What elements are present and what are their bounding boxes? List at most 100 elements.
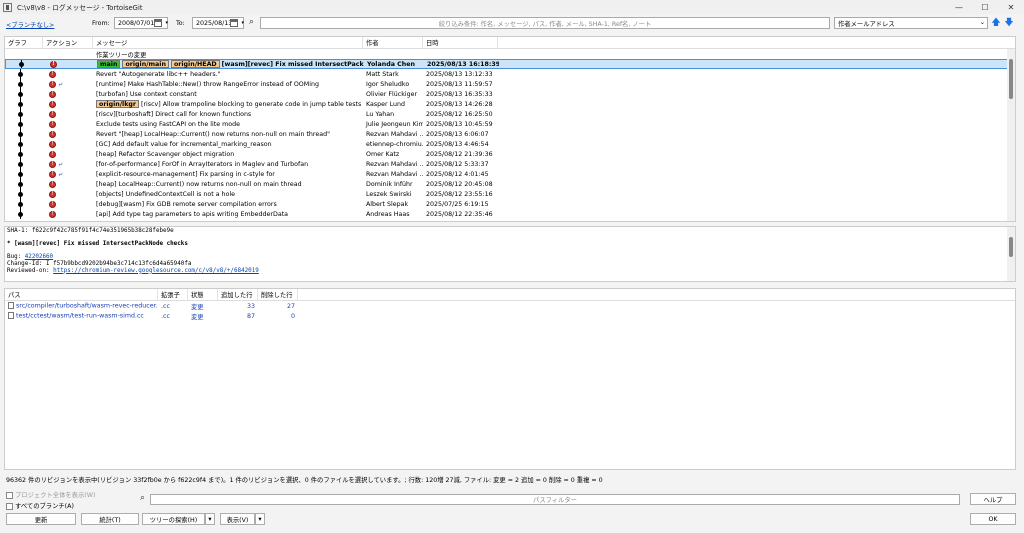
arrow-down-icon: 🡇 [1004,18,1014,28]
message-scrollbar[interactable] [1007,227,1015,281]
col-added[interactable]: 追加した行 [218,289,258,300]
file-row[interactable]: src/compiler/turboshaft/wasm-revec-reduc… [5,301,1015,311]
path-filter-input[interactable]: パスフィルター [150,494,960,505]
commit-row[interactable]: ! origin/lkgr [riscv] Allow trampoline blo… [5,99,1015,109]
scrollbar-thumb[interactable] [1009,237,1013,257]
from-date-picker[interactable]: 2008/07/01 ▾ [114,17,168,29]
commit-row[interactable]: ! [riscv][turboshaft] Direct call for kno… [5,109,1015,119]
col-message[interactable]: メッセージ [93,37,363,48]
date-cell: 2025/08/12 5:33:37 [426,160,489,168]
all-branches-checkbox[interactable]: すべてのブランチ(A) [6,501,74,510]
file-icon [8,312,14,320]
commit-row[interactable]: ! Revert "Autogenerate libc++ headers." Ma… [5,69,1015,79]
file-path: test/cctest/wasm/test-run-wasm-simd.cc [16,312,144,320]
col-status[interactable]: 状態 [188,289,218,300]
date-cell: 2025/08/13 14:26:28 [426,100,493,108]
chevron-down-icon: ▾ [241,20,244,26]
commit-message: [api] Add type tag parameters to apis wr… [96,210,289,218]
date-cell: 2025/08/13 16:18:39 [427,60,499,68]
ok-button[interactable]: OK [970,513,1016,525]
commit-message: [heap] Refactor Scavenger object migrati… [96,150,235,158]
checkbox-box [6,502,13,510]
bug-link[interactable]: 42202660 [25,254,53,260]
col-date[interactable]: 日時 [423,37,498,48]
commit-action-icon: ! [49,170,56,178]
view-dropdown[interactable]: ▾ [255,513,265,525]
message-cell: [heap] Refactor Scavenger object migrati… [93,151,363,158]
author-field-select[interactable]: 作者メールアドレス ⌄ [834,17,988,29]
next-match-button[interactable]: 🡇 [1004,17,1014,29]
calendar-icon [154,19,162,27]
scrollbar-thumb[interactable] [1009,59,1013,99]
date-cell: 2025/07/25 6:19:15 [426,200,489,208]
date-cell: 2025/08/12 4:01:45 [426,170,489,178]
files-header: パス 拡張子 状態 追加した行 削除した行 [5,289,1015,301]
commit-row[interactable]: ! [heap] Refactor Scavenger object migrat… [5,149,1015,159]
file-row[interactable]: test/cctest/wasm/test-run-wasm-simd.cc .c… [5,311,1015,321]
commit-row[interactable]: ! ⤶ [runtime] Make HashTable::New() throw … [5,79,1015,89]
commit-row[interactable]: ! Exclude tests using FastCAPI on the lit… [5,119,1015,129]
file-deleted: 0 [290,312,295,320]
file-status: 変更 [191,313,204,321]
author-cell: Rezvan Mahdavi ... [366,130,423,138]
commit-list-scrollbar[interactable] [1007,49,1015,221]
graph-cell [5,169,43,179]
col-graph[interactable]: グラフ [5,37,43,48]
prev-match-button[interactable]: 🡅 [991,17,1001,29]
commit-row[interactable]: ! ⤶ [explicit-resource-management] Fix par… [5,169,1015,179]
to-date-picker[interactable]: 2025/08/13 ▾ [192,17,244,29]
maximize-button[interactable]: ☐ [972,0,998,14]
author-cell: Igor Sheludko [366,80,410,88]
chevron-down-icon: ▾ [208,515,212,523]
commit-message-panel[interactable]: SHA-1: f622c9f42c785f91f4c74e351965b38c2… [4,226,1016,282]
file-added: 33 [246,302,255,310]
commit-row[interactable]: ! [objects] UndefinedContextCell is not a… [5,189,1015,199]
graph-cell [6,60,44,68]
working-tree-label: 作業ツリーの変更 [96,51,147,59]
filter-search-input[interactable]: 絞り込み条件: 作名, メッセージ, パス, 作者, メール, SHA-1, R… [260,17,830,29]
commit-list[interactable]: グラフ アクション メッセージ 作者 日時 作業ツリーの変更 ! main orig… [4,36,1016,222]
actions-cell: ! [43,140,93,148]
commit-row[interactable]: ! [turbofan] Use context constant Olivier … [5,89,1015,99]
walk-tree-button[interactable]: ツリーの探索(H) [142,513,205,525]
view-button[interactable]: 表示(V) [220,513,255,525]
calendar-icon [230,19,238,27]
commit-action-icon: ! [49,210,56,218]
date-cell: 2025/08/12 22:35:46 [426,210,493,218]
commit-row[interactable]: ! main origin/main origin/HEAD [wasm][revec]… [5,59,1015,69]
close-button[interactable]: ✕ [998,0,1024,14]
commit-row[interactable]: ! ⤶ [for-of-performance] ForOf in ArrayIte… [5,159,1015,169]
commit-row[interactable]: ! Revert "[heap] LocalHeap::Current() now… [5,129,1015,139]
col-ext[interactable]: 拡張子 [158,289,188,300]
author-select-value: 作者メールアドレス [838,20,895,28]
walk-tree-dropdown[interactable]: ▾ [205,513,215,525]
col-path[interactable]: パス [5,289,158,300]
whole-project-checkbox[interactable]: プロジェクト全体を表示(W) [6,490,95,499]
refresh-button[interactable]: 更新 [6,513,76,525]
statistics-button[interactable]: 統計(T) [81,513,139,525]
help-button[interactable]: ヘルプ [970,493,1016,505]
commit-row[interactable]: ! [GC] Add default value for incremental_… [5,139,1015,149]
whole-project-label: プロジェクト全体を表示(W) [15,492,96,499]
commit-row[interactable]: ! [debug][wasm] Fix GDB remote server com… [5,199,1015,209]
branch-link[interactable]: <ブランチなし> [6,20,54,29]
commit-message: [explicit-resource-management] Fix parsi… [96,170,275,178]
col-deleted[interactable]: 削除した行 [258,289,298,300]
col-author[interactable]: 作者 [363,37,423,48]
commit-action-icon: ! [50,60,57,68]
bug-line: Bug: 42202660 [7,254,1013,261]
commit-node [18,182,23,187]
commit-message: [heap] LocalHeap::Current() now returns … [96,180,302,188]
actions-cell: ! [43,200,93,208]
commit-row[interactable]: ! [api] Add type tag parameters to apis w… [5,209,1015,219]
working-tree-row[interactable]: 作業ツリーの変更 [5,49,1015,59]
minimize-button[interactable]: — [946,0,972,14]
ref-badge: main [97,60,121,68]
sha-line: SHA-1: f622c9f42c785f91f4c74e351965b38c2… [7,228,174,234]
col-action[interactable]: アクション [43,37,93,48]
changed-files-list[interactable]: パス 拡張子 状態 追加した行 削除した行 src/compiler/turbo… [4,288,1016,470]
reviewed-link[interactable]: https://chromium-review.googlesource.com… [53,268,259,274]
commit-row[interactable]: ! [heap] LocalHeap::Current() now returns… [5,179,1015,189]
graph-cell [5,79,43,89]
commit-node [18,172,23,177]
